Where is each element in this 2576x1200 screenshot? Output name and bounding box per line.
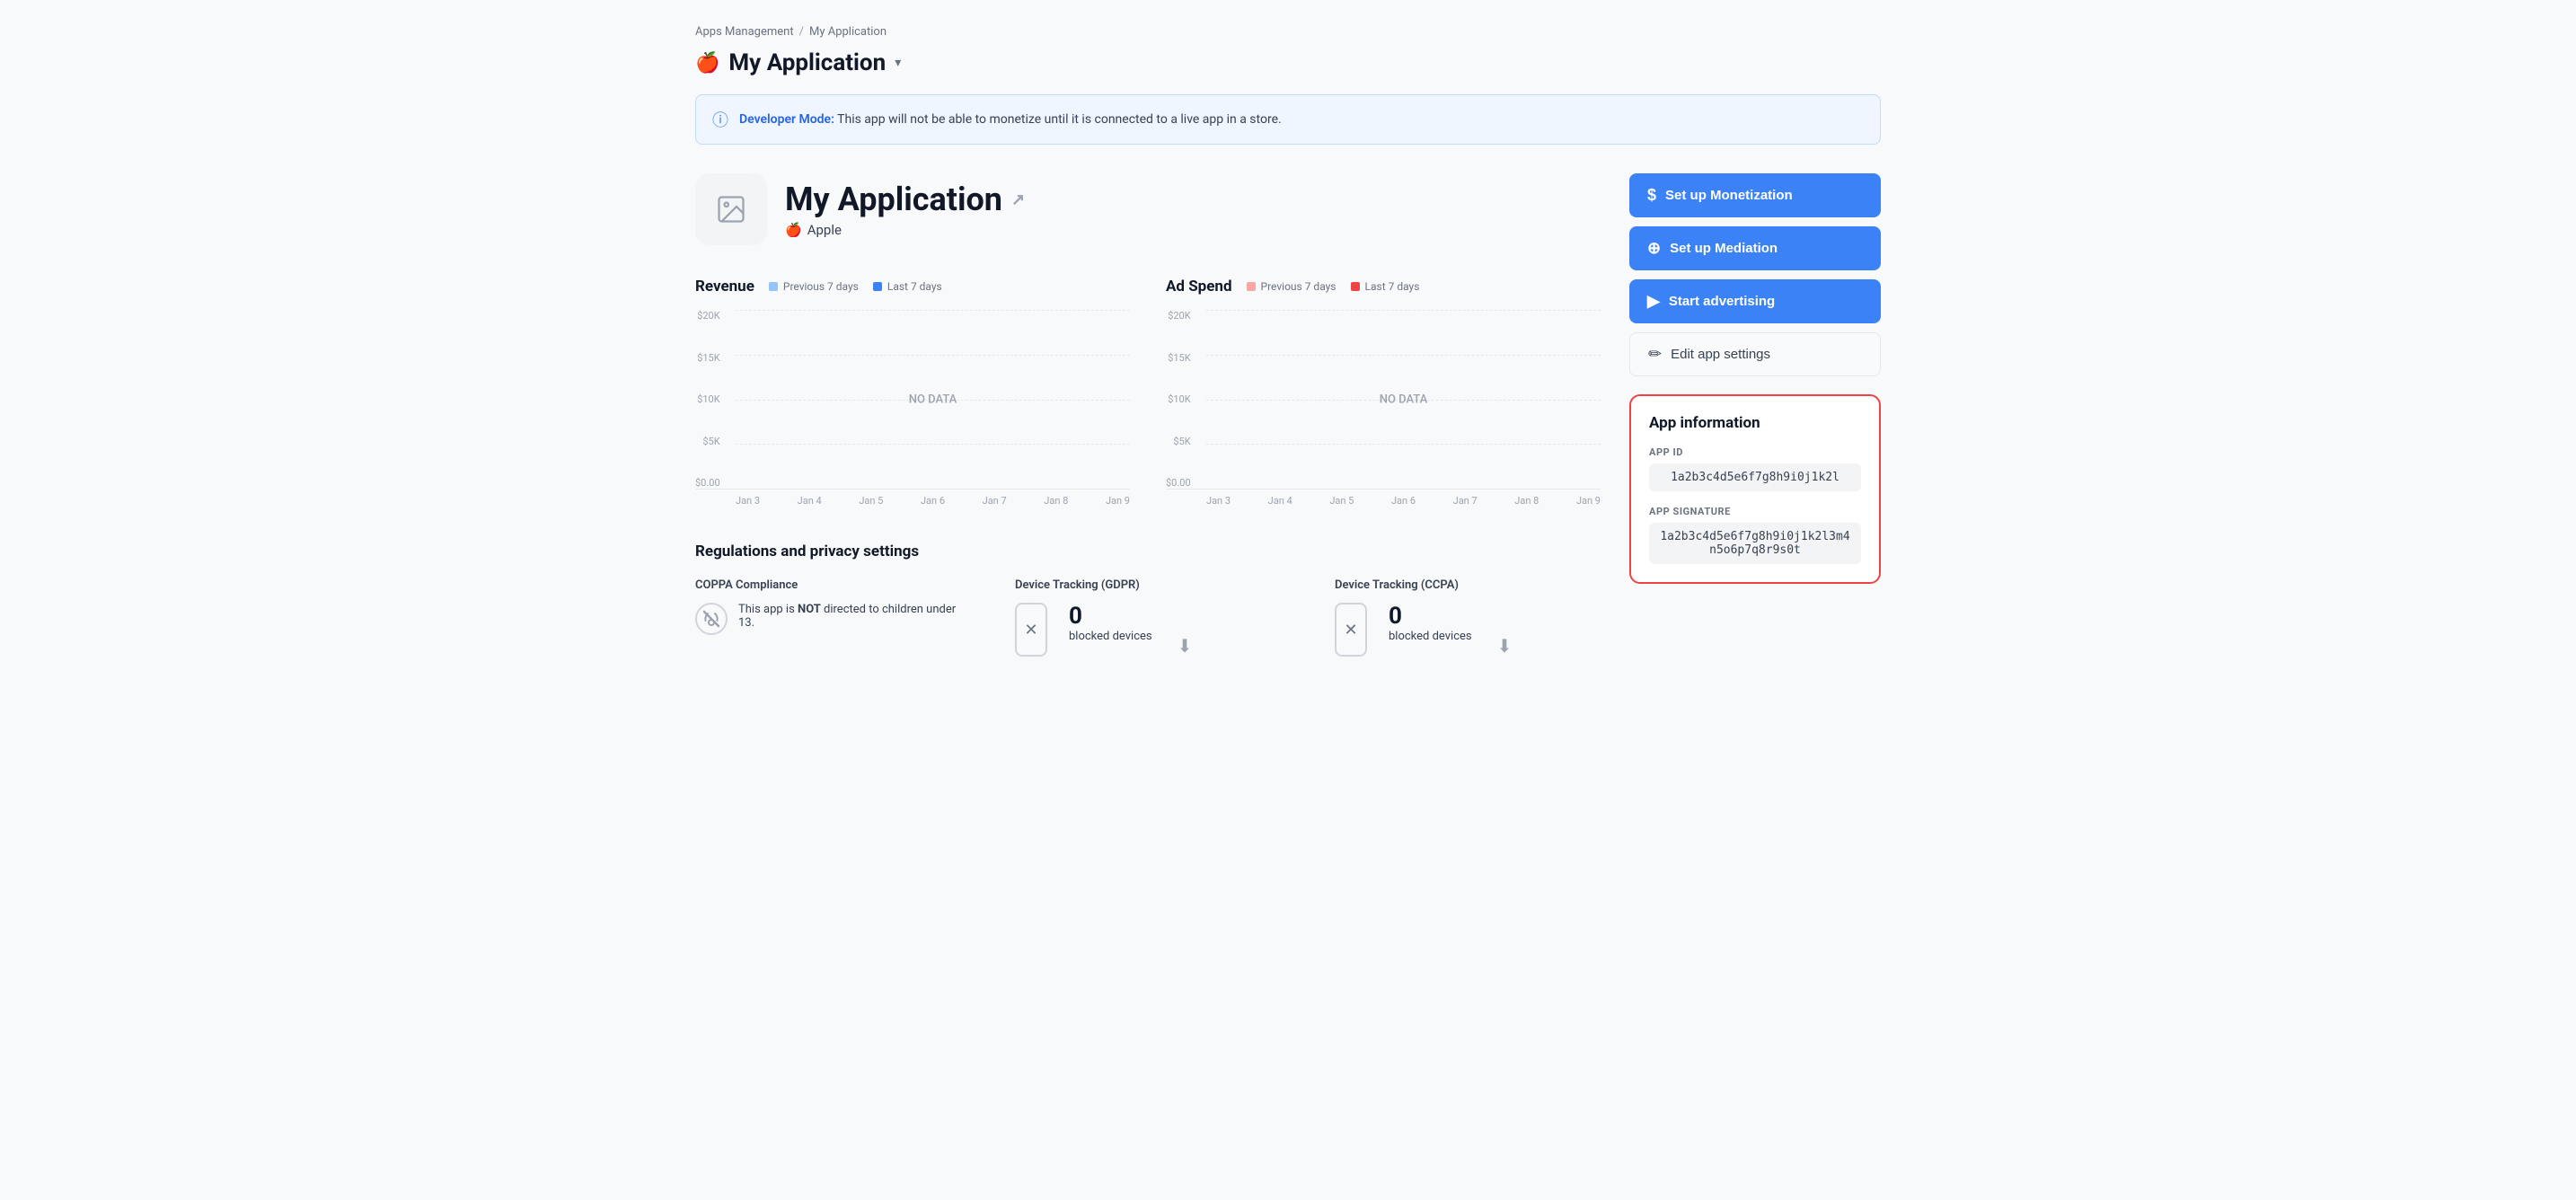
- info-circle-icon: ⓘ: [712, 108, 728, 131]
- regulations-section: Regulations and privacy settings COPPA C…: [695, 543, 1601, 657]
- mediation-icon: ⊕: [1647, 239, 1661, 258]
- adspend-last-legend-dot: [1351, 282, 1360, 291]
- title-dropdown-icon[interactable]: ▾: [895, 56, 901, 70]
- breadcrumb-current: My Application: [809, 25, 887, 39]
- app-platform: 🍎 Apple: [785, 222, 1025, 238]
- adspend-chart: Ad Spend Previous 7 days Last 7 days $20…: [1166, 278, 1601, 507]
- regulations-row: COPPA Compliance: [695, 578, 1601, 657]
- dev-banner-text: Developer Mode: This app will not be abl…: [739, 112, 1282, 127]
- revenue-legend-prev: Previous 7 days: [769, 280, 859, 293]
- left-section: My Application ↗ 🍎 Apple Revenue: [695, 173, 1601, 657]
- ccpa-count: 0: [1389, 603, 1472, 630]
- gdpr-label: Device Tracking (GDPR): [1015, 578, 1281, 592]
- revenue-chart-header: Revenue Previous 7 days Last 7 days: [695, 278, 1130, 296]
- ccpa-device-icon: ✕: [1335, 603, 1367, 657]
- adspend-legend-prev: Previous 7 days: [1247, 280, 1337, 293]
- adspend-no-data: NO DATA: [1380, 393, 1428, 406]
- adspend-legend-last: Last 7 days: [1351, 280, 1420, 293]
- coppa-icon: [695, 603, 728, 639]
- ccpa-download-icon[interactable]: ⬇: [1497, 635, 1513, 657]
- adspend-chart-header: Ad Spend Previous 7 days Last 7 days: [1166, 278, 1601, 296]
- ccpa-item: Device Tracking (CCPA) ✕ 0 blocked devic…: [1335, 578, 1601, 657]
- app-title-row: 🍎 My Application ▾: [695, 49, 1881, 76]
- adspend-y-labels: $20K $15K $10K $5K $0.00: [1166, 310, 1191, 489]
- app-info-box: App information APP ID 1a2b3c4d5e6f7g8h9…: [1629, 394, 1881, 584]
- app-info: My Application ↗ 🍎 Apple: [785, 181, 1025, 238]
- app-icon-placeholder: [695, 173, 767, 245]
- gdpr-device-icon: ✕: [1015, 603, 1047, 657]
- charts-row: Revenue Previous 7 days Last 7 days $20K: [695, 278, 1601, 507]
- app-info-title: App information: [1649, 414, 1861, 432]
- adspend-prev-legend-dot: [1247, 282, 1256, 291]
- breadcrumb: Apps Management / My Application: [695, 25, 1881, 39]
- revenue-y-labels: $20K $15K $10K $5K $0.00: [695, 310, 720, 489]
- image-icon: [715, 193, 747, 225]
- monetization-icon: $: [1647, 186, 1656, 205]
- action-buttons: $ Set up Monetization ⊕ Set up Mediation…: [1629, 173, 1881, 376]
- gdpr-content: ✕ 0 blocked devices ⬇: [1015, 603, 1281, 657]
- app-title: My Application: [728, 49, 886, 76]
- coppa-content: This app is NOT directed to children und…: [695, 603, 961, 639]
- app-sig-field: APP SIGNATURE 1a2b3c4d5e6f7g8h9i0j1k2l3m…: [1649, 506, 1861, 564]
- apple-logo-icon: 🍎: [695, 52, 719, 75]
- revenue-legend-last: Last 7 days: [873, 280, 942, 293]
- app-header: My Application ↗ 🍎 Apple: [695, 173, 1601, 245]
- app-name: My Application ↗: [785, 181, 1025, 218]
- platform-apple-icon: 🍎: [785, 222, 802, 238]
- external-link-icon[interactable]: ↗: [1011, 190, 1025, 209]
- advertising-icon: ▶: [1647, 292, 1660, 311]
- gdpr-download-icon[interactable]: ⬇: [1178, 635, 1193, 657]
- right-section: $ Set up Monetization ⊕ Set up Mediation…: [1629, 173, 1881, 657]
- developer-mode-banner: ⓘ Developer Mode: This app will not be a…: [695, 94, 1881, 145]
- gdpr-count-label: blocked devices: [1069, 630, 1152, 643]
- revenue-chart-area: $20K $15K $10K $5K $0.00: [695, 310, 1130, 490]
- adspend-chart-title: Ad Spend: [1166, 278, 1232, 296]
- setup-mediation-button[interactable]: ⊕ Set up Mediation: [1629, 226, 1881, 270]
- app-sig-label: APP SIGNATURE: [1649, 506, 1861, 517]
- setup-monetization-button[interactable]: $ Set up Monetization: [1629, 173, 1881, 217]
- breadcrumb-separator: /: [799, 25, 804, 39]
- revenue-chart: Revenue Previous 7 days Last 7 days $20K: [695, 278, 1130, 507]
- last-legend-dot: [873, 282, 882, 291]
- ccpa-label: Device Tracking (CCPA): [1335, 578, 1601, 592]
- edit-icon: ✏: [1648, 345, 1662, 364]
- edit-app-settings-button[interactable]: ✏ Edit app settings: [1629, 332, 1881, 376]
- start-advertising-button[interactable]: ▶ Start advertising: [1629, 279, 1881, 323]
- app-id-value: 1a2b3c4d5e6f7g8h9i0j1k2l: [1649, 463, 1861, 491]
- adspend-x-labels: Jan 3 Jan 4 Jan 5 Jan 6 Jan 7 Jan 8 Jan …: [1166, 490, 1601, 507]
- ccpa-count-label: blocked devices: [1389, 630, 1472, 643]
- regulations-title: Regulations and privacy settings: [695, 543, 1601, 560]
- coppa-item: COPPA Compliance: [695, 578, 961, 657]
- coppa-label: COPPA Compliance: [695, 578, 961, 592]
- ccpa-content: ✕ 0 blocked devices ⬇: [1335, 603, 1601, 657]
- gdpr-count: 0: [1069, 603, 1152, 630]
- app-id-label: APP ID: [1649, 446, 1861, 458]
- adspend-chart-area: $20K $15K $10K $5K $0.00: [1166, 310, 1601, 490]
- main-layout: My Application ↗ 🍎 Apple Revenue: [695, 173, 1881, 657]
- gdpr-item: Device Tracking (GDPR) ✕ 0 blocked devic…: [1015, 578, 1281, 657]
- revenue-chart-title: Revenue: [695, 278, 754, 296]
- coppa-text: This app is NOT directed to children und…: [738, 603, 961, 630]
- app-sig-value: 1a2b3c4d5e6f7g8h9i0j1k2l3m4n5o6p7q8r9s0t: [1649, 523, 1861, 564]
- coppa-svg-icon: [695, 603, 728, 635]
- platform-name: Apple: [807, 222, 842, 238]
- breadcrumb-parent[interactable]: Apps Management: [695, 25, 794, 39]
- app-id-field: APP ID 1a2b3c4d5e6f7g8h9i0j1k2l: [1649, 446, 1861, 491]
- ccpa-count-block: 0 blocked devices: [1389, 603, 1472, 643]
- revenue-x-labels: Jan 3 Jan 4 Jan 5 Jan 6 Jan 7 Jan 8 Jan …: [695, 490, 1130, 507]
- revenue-chart-inner: NO DATA: [736, 310, 1130, 489]
- adspend-chart-inner: NO DATA: [1206, 310, 1601, 489]
- gdpr-count-block: 0 blocked devices: [1069, 603, 1152, 643]
- revenue-no-data: NO DATA: [909, 393, 957, 406]
- prev-legend-dot: [769, 282, 778, 291]
